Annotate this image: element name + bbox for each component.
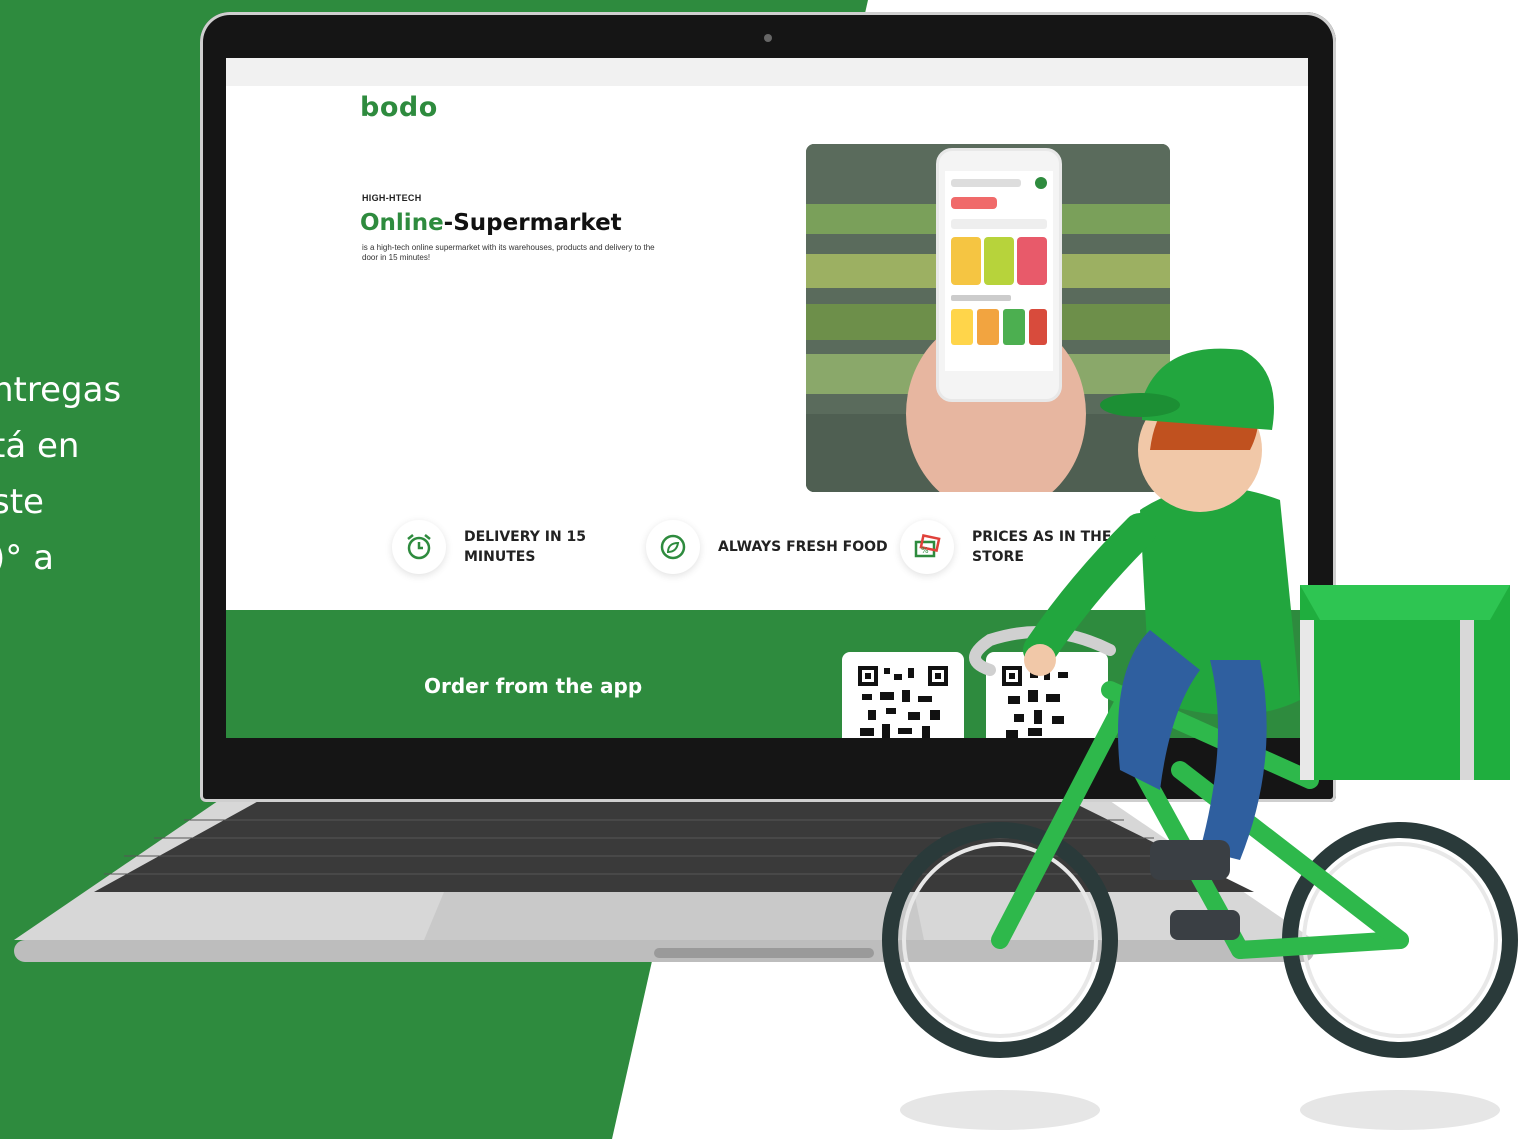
headline-rest: Supermarket bbox=[453, 210, 622, 236]
side-caption-line: ntregas bbox=[0, 370, 122, 410]
feature-label: DELIVERY IN 15 MINUTES bbox=[464, 529, 587, 565]
order-from-app-label: Order from the app bbox=[424, 674, 643, 698]
hero-kicker: HIGH-HTECH bbox=[362, 193, 422, 203]
side-caption-line: )° a bbox=[0, 538, 54, 578]
screen-top-bar bbox=[226, 58, 1308, 86]
headline-green: Online bbox=[360, 210, 444, 236]
feature-delivery: DELIVERY IN 15 MINUTES bbox=[392, 520, 586, 574]
hero-headline: Online-Supermarket bbox=[360, 210, 622, 236]
side-caption-line: ste bbox=[0, 482, 44, 522]
side-caption-line: tá en bbox=[0, 426, 80, 466]
site-logo[interactable]: bodo bbox=[360, 92, 438, 123]
fresh-leaf-icon bbox=[646, 520, 700, 574]
camera-icon bbox=[764, 34, 772, 42]
feature-label: ALWAYS FRESH FOOD bbox=[718, 539, 888, 555]
delivery-courier-on-bicycle-icon bbox=[882, 348, 1518, 1130]
headline-dash: - bbox=[443, 210, 454, 236]
feature-fresh: ALWAYS FRESH FOOD bbox=[646, 520, 888, 574]
side-caption: ntregas tá en ste )° a bbox=[0, 362, 121, 586]
hero-description: is a high-tech online supermarket with i… bbox=[362, 243, 655, 262]
alarm-clock-icon bbox=[392, 520, 446, 574]
